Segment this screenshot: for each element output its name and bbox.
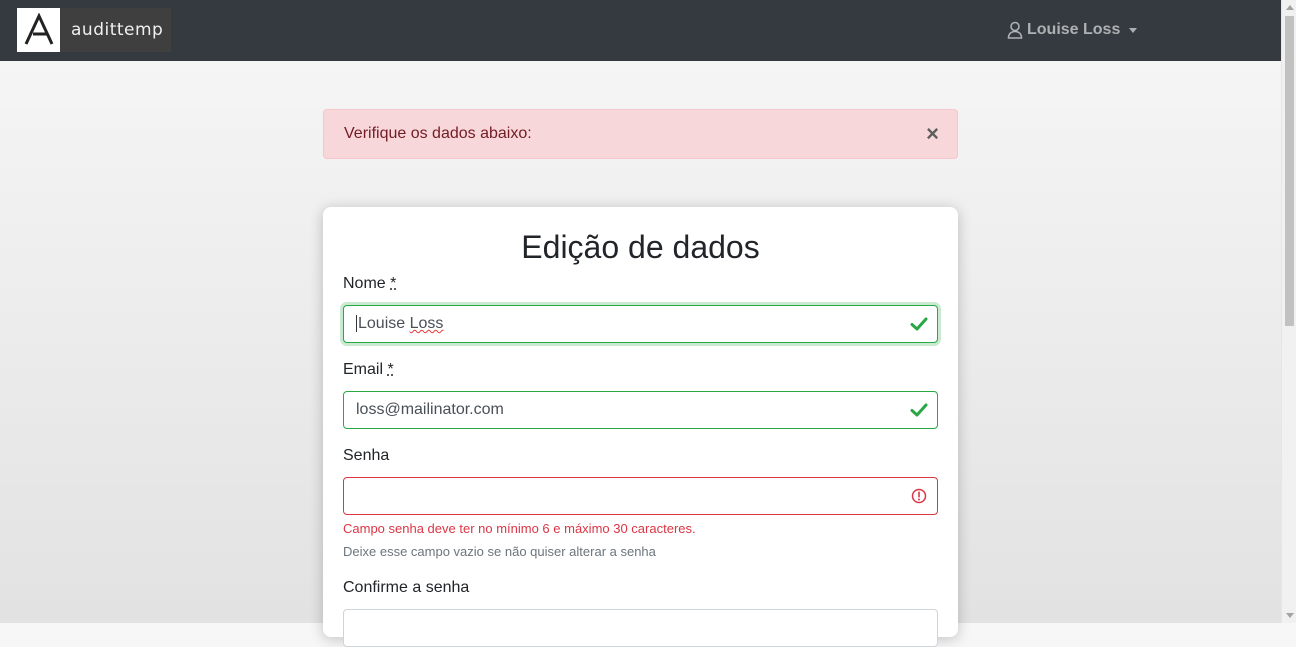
close-icon[interactable]: × bbox=[926, 123, 939, 145]
confirme-label: Confirme a senha bbox=[343, 579, 469, 597]
check-icon bbox=[910, 316, 928, 332]
error-alert: Verifique os dados abaixo: × bbox=[323, 109, 958, 159]
scroll-up-icon[interactable] bbox=[1286, 5, 1294, 10]
email-input[interactable]: loss@mailinator.com bbox=[343, 391, 938, 429]
brand-link[interactable]: audittemp bbox=[17, 8, 171, 52]
scroll-down-icon[interactable] bbox=[1286, 613, 1294, 618]
text-cursor bbox=[356, 315, 357, 332]
brand-name: audittemp bbox=[71, 20, 163, 40]
chevron-down-icon bbox=[1129, 28, 1137, 33]
senha-input[interactable] bbox=[343, 477, 938, 515]
user-icon bbox=[1007, 21, 1023, 39]
brand-logo-icon bbox=[17, 8, 60, 52]
email-value: loss@mailinator.com bbox=[356, 401, 504, 418]
email-label: Email * bbox=[343, 361, 394, 379]
nome-value-second: Loss bbox=[410, 315, 444, 332]
edit-form-card: Edição de dados Nome * Louise Loss Email… bbox=[323, 207, 958, 637]
page-title: Edição de dados bbox=[323, 228, 958, 266]
page-scrollbar[interactable] bbox=[1281, 0, 1296, 623]
senha-label: Senha bbox=[343, 447, 389, 465]
senha-help: Deixe esse campo vazio se não quiser alt… bbox=[343, 544, 656, 559]
nome-input[interactable]: Louise Loss bbox=[343, 305, 938, 343]
navbar: audittemp Louise Loss bbox=[0, 0, 1281, 61]
nome-value-first: Louise bbox=[358, 315, 405, 332]
nome-label-text: Nome bbox=[343, 275, 386, 292]
error-icon bbox=[910, 487, 928, 505]
email-label-text: Email bbox=[343, 361, 383, 378]
check-icon bbox=[910, 402, 928, 418]
nome-label: Nome * bbox=[343, 275, 396, 293]
alert-message: Verifique os dados abaixo: bbox=[344, 125, 532, 142]
user-name: Louise Loss bbox=[1027, 21, 1120, 39]
senha-error: Campo senha deve ter no mínimo 6 e máxim… bbox=[343, 521, 696, 536]
confirme-input[interactable] bbox=[343, 609, 938, 647]
user-menu-dropdown[interactable]: Louise Loss bbox=[1007, 19, 1137, 41]
required-marker: * bbox=[387, 361, 393, 378]
scrollbar-thumb[interactable] bbox=[1285, 16, 1294, 326]
required-marker: * bbox=[390, 275, 396, 292]
